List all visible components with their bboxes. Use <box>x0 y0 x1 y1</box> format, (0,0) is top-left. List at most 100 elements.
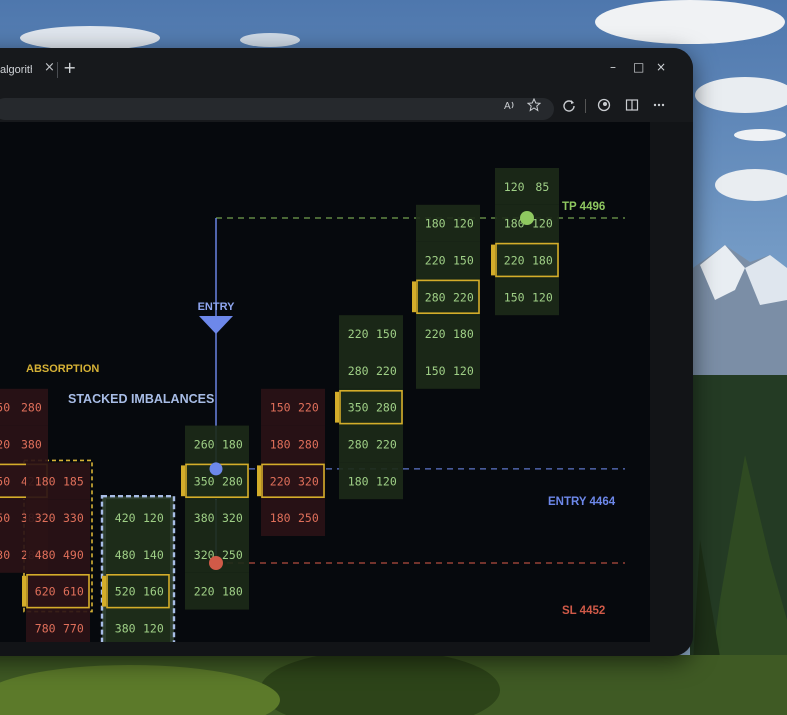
bid-volume: 50 <box>0 401 10 415</box>
ask-volume: 180 <box>222 585 243 599</box>
footprint-chart: 50 280 20 380 50 420 50 380 30 280 180 185 320 330 480… <box>0 168 625 642</box>
maximize-icon[interactable]: □ <box>633 60 644 74</box>
new-tab-icon[interactable]: + <box>63 58 76 77</box>
bid-volume: 50 <box>0 474 10 488</box>
tab-title[interactable]: algorithm <box>0 64 32 76</box>
bid-volume: 150 <box>270 401 291 415</box>
footprint-column: 180 120 220 150 280 220 220 180 150 120 <box>412 204 480 389</box>
bid-volume: 180 <box>348 474 369 488</box>
tab-close-icon[interactable]: × <box>44 60 55 75</box>
bid-volume: 380 <box>194 511 215 525</box>
take-profit-point <box>520 211 534 225</box>
bid-volume: 220 <box>425 327 446 341</box>
ask-volume: 150 <box>453 254 474 268</box>
ask-volume: 180 <box>453 327 474 341</box>
bid-volume: 150 <box>504 290 525 304</box>
bid-volume: 20 <box>0 438 10 452</box>
read-aloud-icon[interactable]: A <box>503 98 517 112</box>
entry-arrow-icon <box>199 316 233 334</box>
footprint-column: 150 220 180 280 220 320 180 250 <box>257 388 325 536</box>
ask-volume: 120 <box>532 217 553 231</box>
title-bar: algorithm × + – □ × <box>0 48 693 94</box>
footprint-column: 180 185 320 330 480 490 620 610 780 770 <box>22 462 90 642</box>
ask-volume: 220 <box>376 364 397 378</box>
url-field[interactable] <box>0 98 554 120</box>
ask-volume: 120 <box>453 217 474 231</box>
ask-volume: 180 <box>222 438 243 452</box>
ask-volume: 250 <box>222 548 243 562</box>
stop-loss-point <box>209 556 223 570</box>
bid-volume: 220 <box>348 327 369 341</box>
footprint-column: 120 85180 120220 180150 120 <box>491 168 559 316</box>
ask-volume: 220 <box>376 438 397 452</box>
footprint-column: 220 150 280 220 350 280 280 220 180 120 <box>335 315 403 500</box>
bid-volume: 220 <box>270 474 291 488</box>
stacked-imbalances-label: STACKED IMBALANCES <box>68 392 214 406</box>
ask-volume: 320 <box>222 511 243 525</box>
ask-volume: 280 <box>298 438 319 452</box>
svg-text:A: A <box>504 101 511 112</box>
bid-volume: 480 <box>35 548 56 562</box>
minimize-icon[interactable]: – <box>610 60 616 74</box>
more-icon[interactable] <box>652 98 666 112</box>
close-icon[interactable]: × <box>656 60 666 74</box>
entry-marker-label: ENTRY <box>198 301 236 313</box>
bid-volume: 220 <box>194 585 215 599</box>
ask-volume: 610 <box>63 585 84 599</box>
imbalance-tab <box>181 465 185 497</box>
ask-volume: 180 <box>532 254 553 268</box>
ask-volume: 280 <box>21 401 42 415</box>
bid-volume: 380 <box>115 622 136 636</box>
ask-volume: 320 <box>298 474 319 488</box>
bid-volume: 50 <box>0 511 10 525</box>
ask-volume: 120 <box>143 511 164 525</box>
bid-volume: 350 <box>194 474 215 488</box>
page-viewport: 50 280 20 380 50 420 50 380 30 280 180 185 320 330 480… <box>0 122 650 642</box>
ask-volume: 490 <box>63 548 84 562</box>
take-profit-label: TP 4496 <box>562 201 605 213</box>
ask-volume: 150 <box>376 327 397 341</box>
ask-volume: 160 <box>143 585 164 599</box>
imbalance-tab <box>412 281 416 313</box>
imbalance-tab <box>491 244 495 276</box>
bid-volume: 180 <box>270 511 291 525</box>
ask-volume: 250 <box>298 511 319 525</box>
ask-volume: 220 <box>453 290 474 304</box>
ask-volume: 280 <box>376 401 397 415</box>
stop-loss-label: SL 4452 <box>562 605 605 617</box>
bid-volume: 180 <box>35 474 56 488</box>
ask-volume: 280 <box>222 474 243 488</box>
ask-volume: 140 <box>143 548 164 562</box>
imbalance-tab <box>22 575 26 607</box>
ask-volume: 185 <box>63 474 84 488</box>
browser-window: algorithm × + – □ × A <box>0 48 693 656</box>
favorite-star-icon[interactable] <box>527 98 541 112</box>
entry-level-label: ENTRY 4464 <box>548 496 616 508</box>
ask-volume: 85 <box>535 180 549 194</box>
bid-volume: 180 <box>270 438 291 452</box>
ask-volume: 120 <box>143 622 164 636</box>
ask-volume: 120 <box>532 290 553 304</box>
extensions-icon[interactable] <box>597 98 611 112</box>
bid-volume: 350 <box>348 401 369 415</box>
bid-volume: 420 <box>115 511 136 525</box>
footprint-column: 260 180350 280380 320320 250220 180 <box>181 425 249 610</box>
bid-volume: 620 <box>35 585 56 599</box>
bid-volume: 280 <box>348 364 369 378</box>
imbalance-tab <box>335 391 339 423</box>
bid-volume: 180 <box>425 217 446 231</box>
absorption-label: ABSORPTION <box>26 363 99 375</box>
ask-volume: 120 <box>453 364 474 378</box>
ask-volume: 380 <box>21 438 42 452</box>
ask-volume: 120 <box>376 474 397 488</box>
split-screen-icon[interactable] <box>625 98 639 112</box>
refresh-icon[interactable] <box>562 98 576 112</box>
imbalance-tab <box>102 575 106 607</box>
bid-volume: 280 <box>425 290 446 304</box>
bid-volume: 320 <box>35 511 56 525</box>
bid-volume: 280 <box>348 438 369 452</box>
bid-volume: 220 <box>425 254 446 268</box>
imbalance-tab <box>257 465 261 497</box>
ask-volume: 220 <box>298 401 319 415</box>
address-bar: A <box>0 94 693 122</box>
